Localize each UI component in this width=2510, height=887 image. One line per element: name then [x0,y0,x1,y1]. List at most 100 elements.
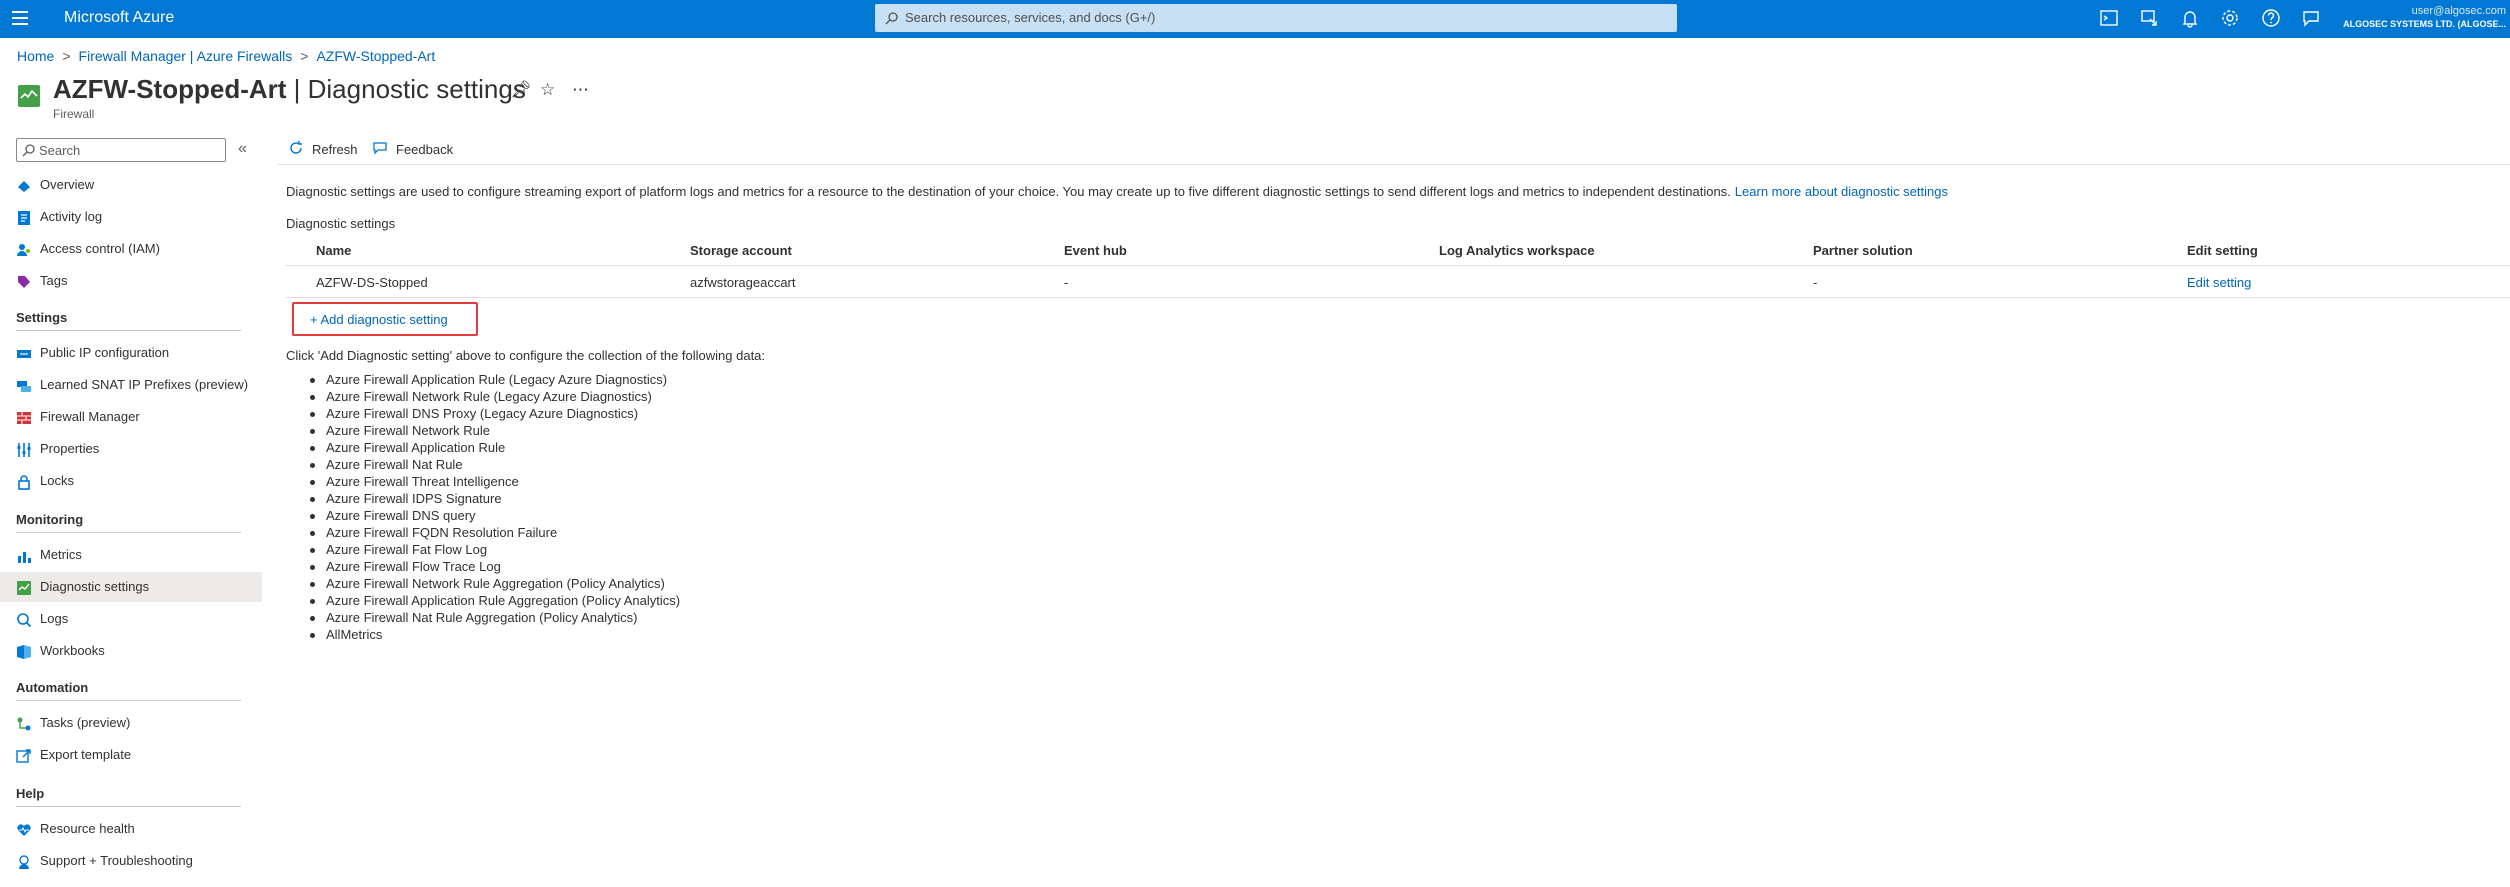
sidebar-item-diagnostic-settings[interactable]: Diagnostic settings [0,572,262,602]
sidebar-item-public-ip[interactable]: Public IP configuration [0,338,262,368]
cell-name: AZFW-DS-Stopped [316,275,428,290]
sidebar-item-overview[interactable]: Overview [0,170,262,200]
diagnostic-settings-icon [17,581,31,595]
cell-event-hub: - [1064,275,1069,290]
sidebar-item-label: Metrics [40,547,82,562]
sidebar-section-settings: Settings [16,310,68,325]
sidebar-item-label: Logs [40,611,69,626]
breadcrumb-firewall-manager[interactable]: Firewall Manager | Azure Firewalls [79,48,293,64]
resource-sidebar: Search « Overview Activity log Access co… [0,130,262,887]
sidebar-item-label: Learned SNAT IP Prefixes (preview) [40,377,249,392]
list-item: Azure Firewall Application Rule Aggregat… [306,593,680,610]
search-icon [22,144,35,157]
logs-icon [17,613,32,628]
list-item: Azure Firewall DNS Proxy (Legacy Azure D… [306,406,680,423]
breadcrumb-separator: > [300,48,309,64]
toolbar-divider [278,164,2510,165]
column-name: Name [316,243,352,258]
breadcrumb-home[interactable]: Home [17,48,54,64]
directory-filter-icon[interactable] [2138,7,2162,31]
account-org: ALGOSEC SYSTEMS LTD. (ALGOSE... [2343,19,2506,29]
sidebar-item-access-control[interactable]: Access control (IAM) [0,234,262,264]
sidebar-item-firewall-manager[interactable]: Firewall Manager [0,402,262,432]
metrics-icon [18,552,31,563]
settings-icon[interactable] [2219,7,2243,31]
brand-title[interactable]: Microsoft Azure [64,9,174,27]
refresh-button[interactable]: Refresh [286,136,366,162]
menu-icon[interactable] [12,11,28,25]
feedback-label: Feedback [396,142,454,157]
log-category-list: Azure Firewall Application Rule (Legacy … [306,372,680,644]
sidebar-section-monitoring: Monitoring [16,512,84,527]
sidebar-item-activity-log[interactable]: Activity log [0,202,262,232]
feedback-button[interactable]: Feedback [370,136,470,162]
sidebar-item-tags[interactable]: Tags [0,266,262,296]
column-partner-solution: Partner solution [1813,243,1913,258]
sidebar-item-label: Access control (IAM) [40,241,160,256]
list-item: Azure Firewall Application Rule [306,440,680,457]
sidebar-item-support[interactable]: Support + Troubleshooting [0,846,262,876]
notifications-icon[interactable] [2179,7,2203,31]
list-item: Azure Firewall DNS query [306,508,680,525]
help-icon[interactable] [2260,7,2284,31]
sidebar-search-input[interactable]: Search [16,138,226,162]
sidebar-item-logs[interactable]: Logs [0,604,262,634]
public-ip-icon [17,350,31,358]
edit-setting-link[interactable]: Edit setting [2187,275,2251,290]
firewall-manager-icon [17,412,31,424]
breadcrumb-resource[interactable]: AZFW-Stopped-Art [316,48,435,64]
sidebar-item-metrics[interactable]: Metrics [0,540,262,570]
star-icon[interactable]: ☆ [540,80,555,100]
column-edit-setting: Edit setting [2187,243,2258,258]
list-item: Azure Firewall Nat Rule [306,457,680,474]
list-item: Azure Firewall FQDN Resolution Failure [306,525,680,542]
activity-log-icon [18,211,30,225]
pin-icon[interactable]: 📌︎ [510,80,532,100]
snat-prefix-icon [17,381,31,392]
breadcrumb: Home > Firewall Manager | Azure Firewalls >… [17,48,435,64]
list-item: Azure Firewall IDPS Signature [306,491,680,508]
feedback-icon[interactable] [2300,7,2324,31]
sidebar-item-locks[interactable]: Locks [0,466,262,496]
section-divider [16,806,241,807]
table-row: AZFW-DS-Stopped azfwstorageaccart - - Ed… [286,266,2510,298]
sidebar-item-export-template[interactable]: Export template [0,740,262,770]
sidebar-item-learned-snat[interactable]: Learned SNAT IP Prefixes (preview) [0,370,262,400]
instruction-text: Click 'Add Diagnostic setting' above to … [286,348,766,363]
firewall-resource-icon [18,85,40,107]
refresh-icon [290,141,302,154]
column-storage-account: Storage account [690,243,792,258]
feedback-icon [373,142,387,155]
collapse-sidebar-icon[interactable]: « [238,140,247,158]
sidebar-item-workbooks[interactable]: Workbooks [0,636,262,666]
sidebar-item-resource-health[interactable]: Resource health [0,814,262,844]
column-event-hub: Event hub [1064,243,1127,258]
sidebar-item-label: Properties [40,441,100,456]
cloud-shell-icon[interactable] [2098,7,2122,31]
sidebar-item-tasks[interactable]: Tasks (preview) [0,708,262,738]
sidebar-search-placeholder: Search [39,143,81,158]
add-diagnostic-setting-button[interactable]: + Add diagnostic setting [292,302,478,336]
list-item: Azure Firewall Threat Intelligence [306,474,680,491]
tag-icon [18,276,30,288]
list-item: Azure Firewall Network Rule [306,423,680,440]
section-divider [16,532,241,533]
overview-icon [18,181,30,192]
account-email: user@algosec.com [2411,5,2506,17]
list-item: Azure Firewall Network Rule Aggregation … [306,576,680,593]
global-search-input[interactable]: Search resources, services, and docs (G+… [875,4,1677,32]
list-item: Azure Firewall Fat Flow Log [306,542,680,559]
sidebar-item-properties[interactable]: Properties [0,434,262,464]
sidebar-item-label: Locks [40,473,74,488]
column-log-analytics: Log Analytics workspace [1439,243,1595,258]
learn-more-link[interactable]: Learn more about diagnostic settings [1735,184,1948,199]
cell-storage-account: azfwstorageaccart [690,275,796,290]
workbooks-icon [17,645,31,659]
list-item: AllMetrics [306,627,680,644]
sidebar-item-label: Support + Troubleshooting [40,853,193,868]
sidebar-section-help: Help [16,786,45,801]
refresh-label: Refresh [312,142,358,157]
sidebar-item-label: Resource health [40,821,135,836]
more-options-icon[interactable]: ⋯ [572,80,589,100]
account-menu[interactable]: user@algosec.com ALGOSEC SYSTEMS LTD. (A… [2343,5,2506,29]
